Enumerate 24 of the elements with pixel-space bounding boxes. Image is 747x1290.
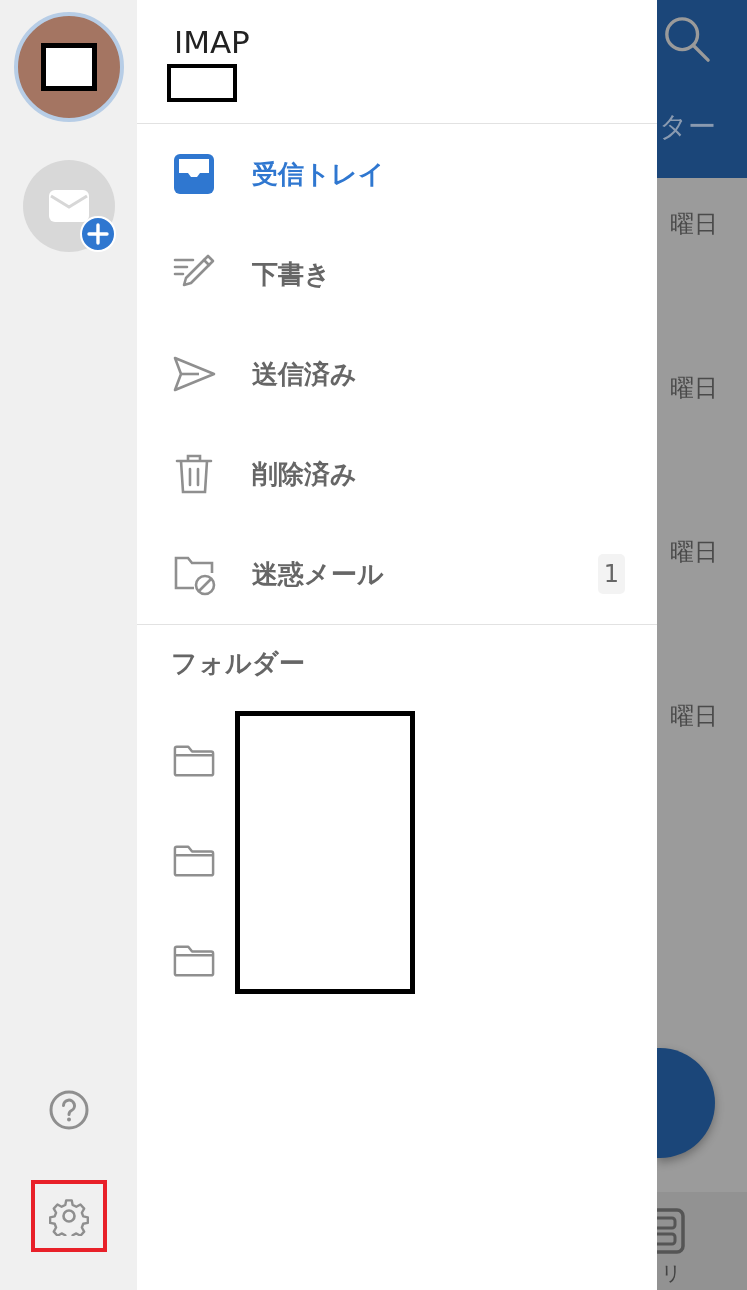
account-type: IMAP	[173, 24, 250, 60]
message-date: 曜日	[670, 373, 719, 404]
compose-button[interactable]	[657, 1048, 715, 1158]
message-date: 曜日	[670, 537, 719, 568]
section-title: フォルダー	[170, 647, 306, 680]
envelope-icon	[48, 190, 89, 222]
apps-icon	[657, 1208, 687, 1254]
folder-item[interactable]: 送信済み	[137, 324, 657, 424]
message-date: 曜日	[670, 209, 719, 240]
folder-icon	[173, 844, 215, 878]
tab-label: リ	[661, 1260, 681, 1287]
plus-icon	[79, 216, 116, 252]
message-date: 曜日	[670, 701, 719, 732]
redaction-box	[40, 43, 97, 91]
inbox-icon	[172, 152, 216, 196]
folder-item[interactable]: 下書き	[137, 224, 657, 324]
count-badge: 1	[597, 554, 625, 594]
folder-item[interactable]: 削除済み	[137, 424, 657, 524]
folder-item[interactable]: 受信トレイ	[137, 124, 657, 224]
folder-icon	[173, 744, 215, 778]
folder-item[interactable]: 迷惑メール 1	[137, 524, 657, 624]
search-icon	[663, 15, 711, 63]
header-text: ター	[659, 109, 716, 145]
folder-icon	[173, 944, 215, 978]
